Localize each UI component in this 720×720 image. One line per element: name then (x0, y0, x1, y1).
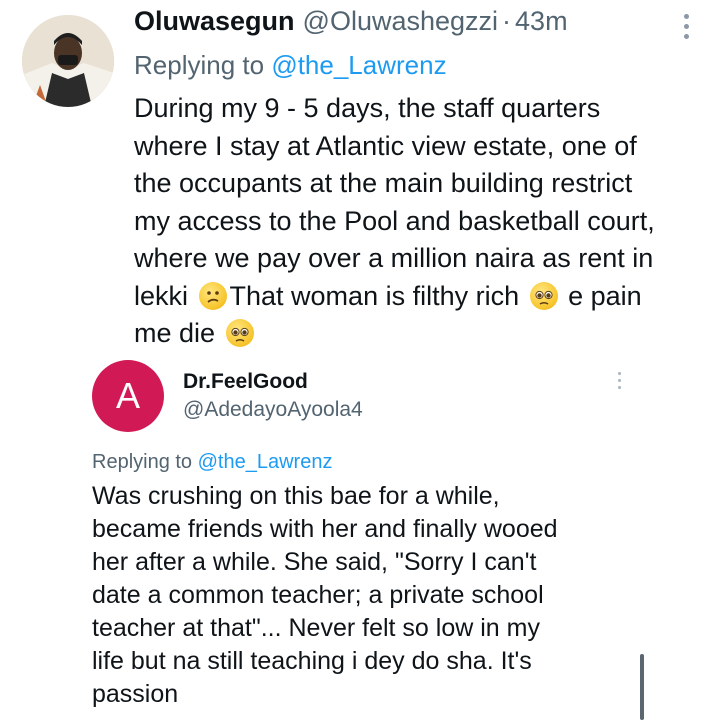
replying-to: Replying to @the_Lawrenz (134, 50, 447, 81)
scrollbar[interactable] (640, 654, 644, 720)
tweet-body-line: where we pay over a million naira as ren… (134, 243, 654, 273)
replying-mention-link[interactable]: @the_Lawrenz (271, 50, 446, 80)
tweet-oluwasegun[interactable]: Oluwasegun @Oluwashegzzi · 43m Replying … (0, 0, 720, 360)
pleading-face-emoji-icon (529, 281, 558, 310)
tweet-body-line: her after a while. She said, "Sorry I ca… (92, 548, 537, 576)
tweet-body-line: me die (134, 315, 704, 353)
tweet-body-line: life but na still teaching i dey do sha.… (92, 647, 532, 675)
tweet-body-line: lekki That woman is filthy rich e pain (134, 278, 704, 316)
author-name[interactable]: Dr.FeelGood (183, 370, 308, 394)
confused-face-emoji-icon (198, 281, 227, 310)
tweet-body-line: where I stay at Atlantic view estate, on… (134, 130, 637, 161)
tweet-body: During my 9 - 5 days, the staff quarters… (134, 90, 704, 353)
tweet-body-text: me die (134, 318, 223, 348)
replying-prefix: Replying to (92, 451, 198, 473)
author-handle[interactable]: @AdedayoAyoola4 (183, 398, 363, 422)
replying-to: Replying to @the_Lawrenz (92, 451, 332, 474)
separator-dot: · (502, 6, 512, 36)
tweet-drfeelgood[interactable]: A Dr.FeelGood @AdedayoAyoola4 Replying t… (0, 360, 720, 720)
author-handle[interactable]: @Oluwashegzzi (303, 6, 499, 37)
author-name[interactable]: Oluwasegun (134, 6, 295, 37)
more-options-icon[interactable] (678, 14, 694, 42)
tweet-body: Was crushing on this bae for a while, be… (92, 480, 672, 711)
tweet-body-text: e pain (560, 280, 642, 311)
tweet-body-line: the occupants at the main building restr… (134, 168, 633, 198)
avatar-photo (22, 15, 114, 107)
tweet-body-line: During my 9 - 5 days, the staff quarters (134, 93, 601, 123)
replying-mention-link[interactable]: @the_Lawrenz (198, 451, 333, 473)
tweet-body-text: lekki (134, 280, 196, 311)
tweet-body-line: passion (92, 680, 179, 708)
tweet-timestamp[interactable]: 43m (515, 6, 568, 37)
tweet-body-line: became friends with her and finally wooe… (92, 515, 558, 543)
tweet-body-line: date a common teacher; a private school (92, 581, 544, 609)
tweet-body-line: my access to the Pool and basketball cou… (134, 205, 655, 236)
author-avatar[interactable]: A (92, 360, 164, 432)
more-options-icon[interactable] (614, 372, 624, 396)
author-avatar[interactable] (22, 15, 114, 107)
replying-prefix: Replying to (134, 50, 272, 80)
tweet-body-line: teacher at that"... Never felt so low in… (92, 614, 540, 642)
tweet-body-text: That woman is filthy rich (229, 280, 527, 311)
tweet-header: Oluwasegun @Oluwashegzzi · 43m (134, 6, 568, 46)
pleading-face-emoji-icon (225, 319, 254, 347)
tweet-body-line: Was crushing on this bae for a while, (92, 482, 500, 510)
avatar-letter: A (115, 375, 140, 416)
